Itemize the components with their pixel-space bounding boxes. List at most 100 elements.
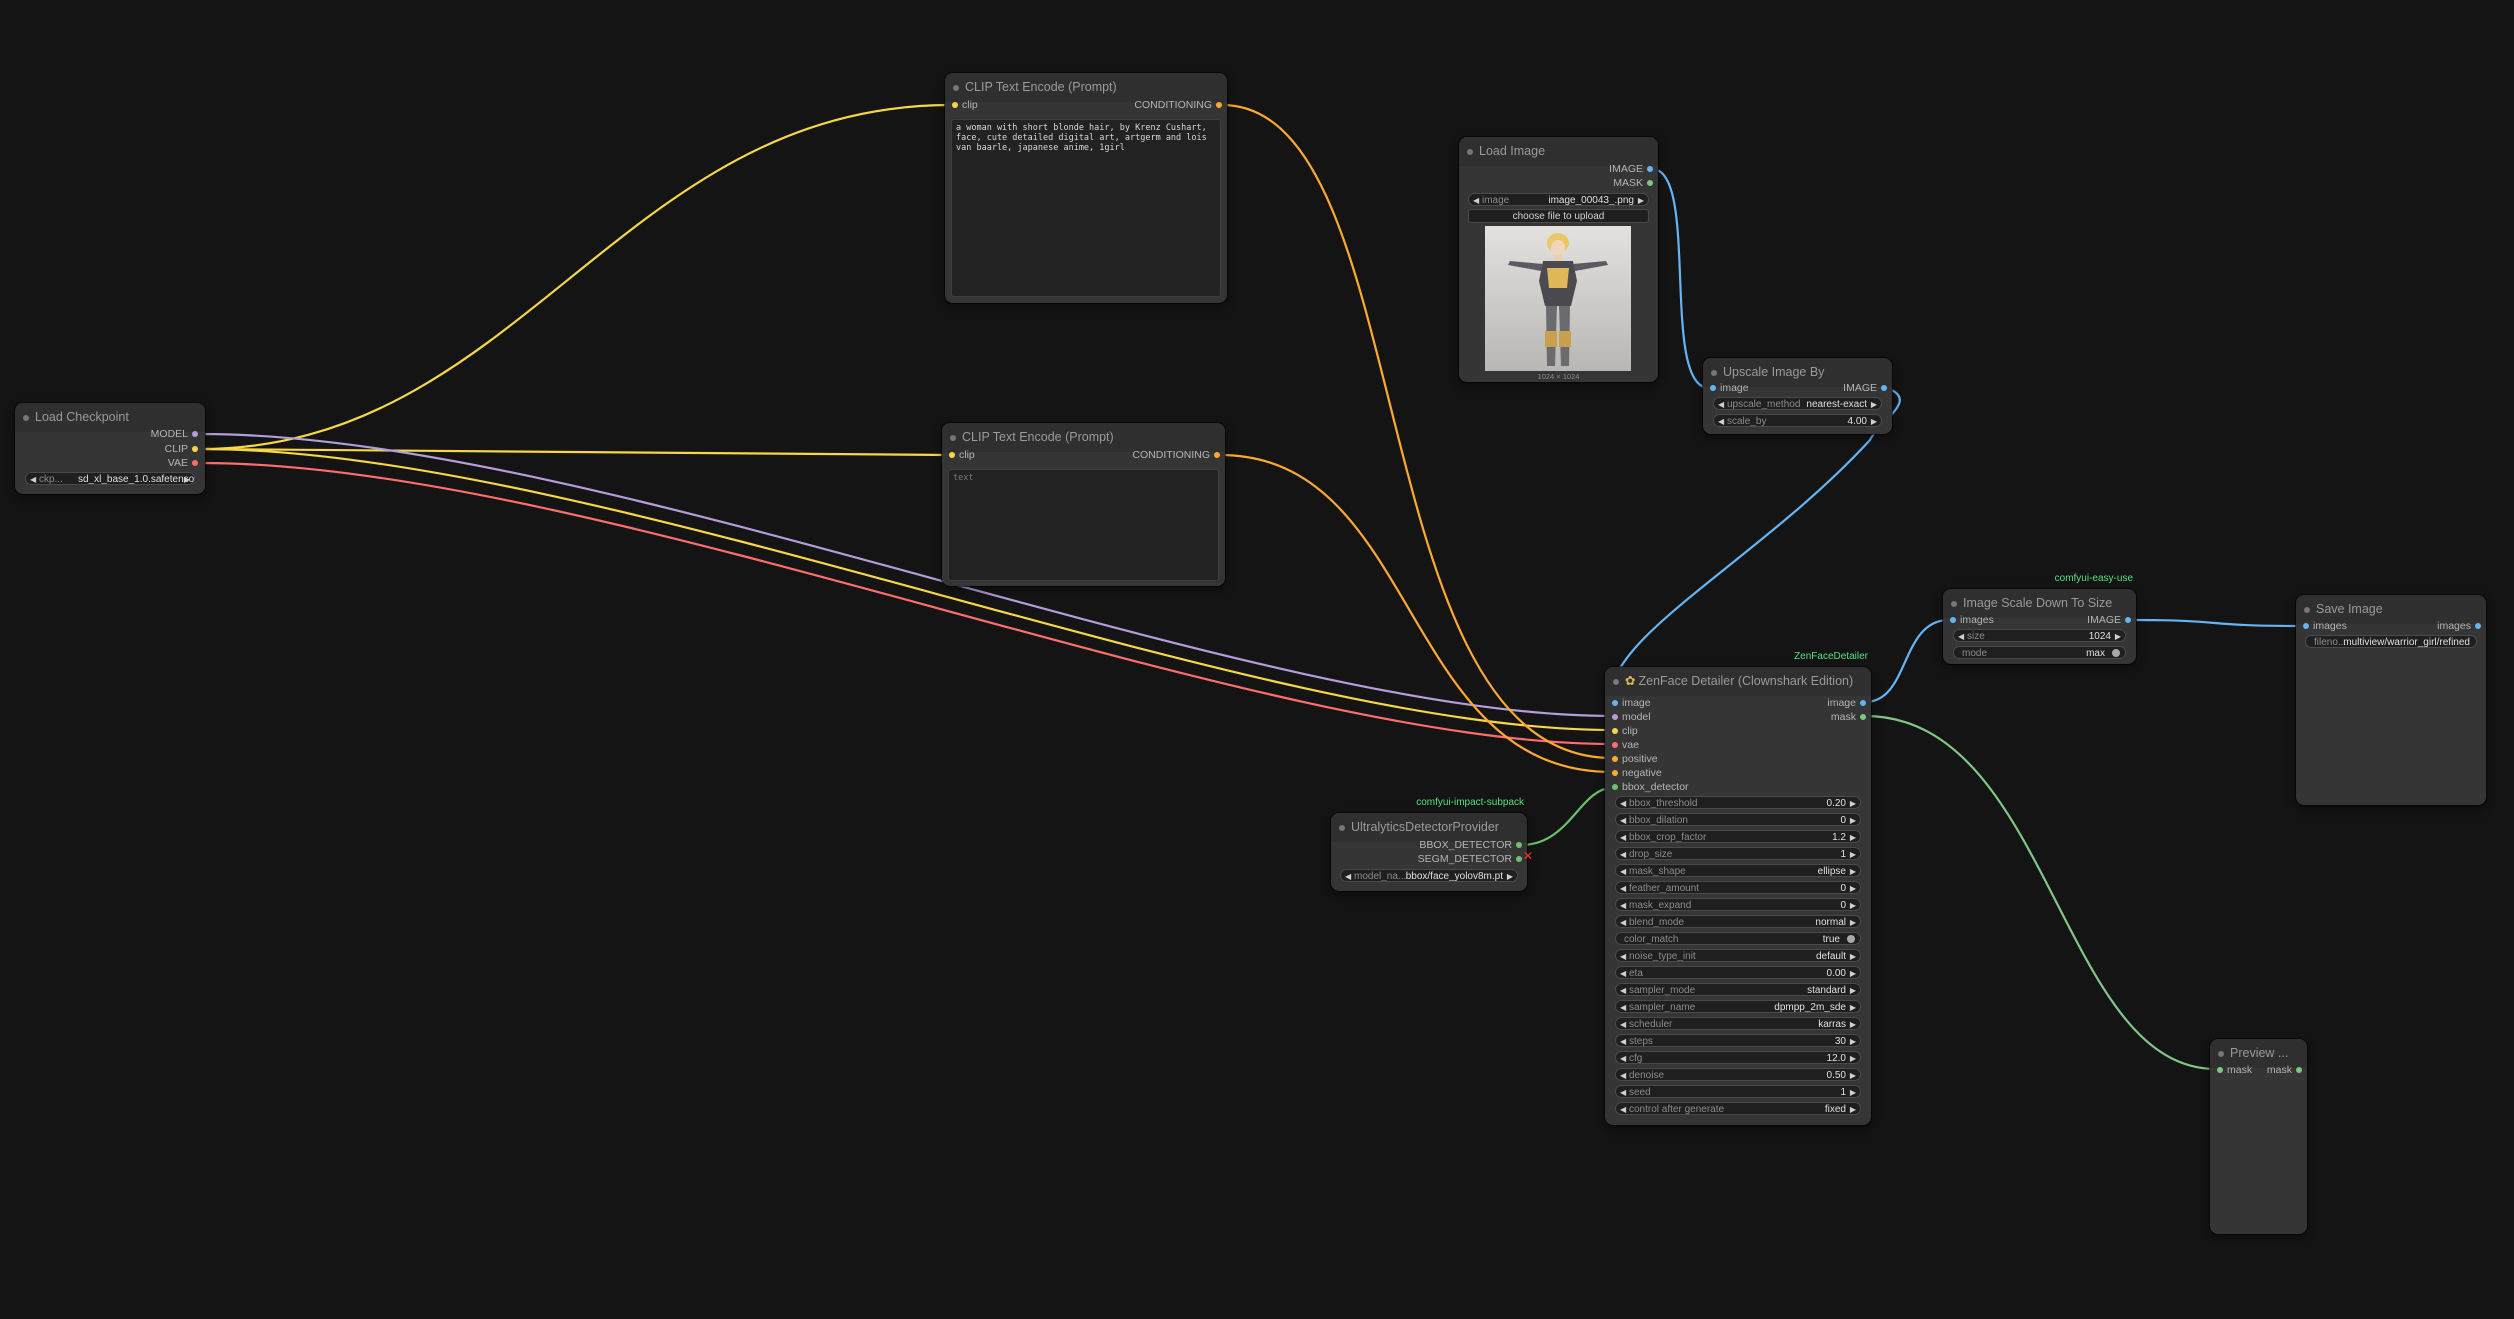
- feather-amount-widget[interactable]: ◀ feather_amount 0 ▶: [1615, 881, 1861, 894]
- arrow-left-icon[interactable]: ◀: [1473, 194, 1479, 205]
- input-vae[interactable]: vae: [1612, 738, 1732, 752]
- color-match-widget[interactable]: color_match true: [1615, 932, 1861, 945]
- bbox-slot-dot[interactable]: [1516, 842, 1522, 848]
- input-image[interactable]: image: [1710, 381, 1780, 395]
- mask-shape-widget[interactable]: ◀ mask_shape ellipse ▶: [1615, 864, 1861, 877]
- output-vae[interactable]: VAE: [98, 456, 198, 470]
- arrow-right-icon[interactable]: ▶: [1850, 848, 1856, 859]
- arrow-right-icon[interactable]: ▶: [1850, 1001, 1856, 1012]
- arrow-right-icon[interactable]: ▶: [1850, 916, 1856, 927]
- image-slot-dot[interactable]: [2475, 623, 2481, 629]
- arrow-left-icon[interactable]: ◀: [1345, 870, 1351, 881]
- ckpt-name-combo[interactable]: ◀ ckp... sd_xl_base_1.0.safetensors ▶: [25, 472, 195, 485]
- mask-slot-dot[interactable]: [2217, 1067, 2223, 1073]
- load-image-node[interactable]: Load Image IMAGE MASK ◀ image image_00043_…: [1459, 137, 1658, 382]
- arrow-left-icon[interactable]: ◀: [1620, 1086, 1626, 1097]
- input-slot-dot[interactable]: [1612, 770, 1618, 776]
- clip-text-encode-node-2[interactable]: CLIP Text Encode (Prompt) clip CONDITION…: [942, 423, 1225, 586]
- collapse-dot-icon[interactable]: [2304, 607, 2310, 613]
- eta-widget[interactable]: ◀ eta 0.00 ▶: [1615, 966, 1861, 979]
- model-name-combo[interactable]: ◀ model_na... bbox/face_yolov8m.pt ▶: [1340, 869, 1518, 882]
- arrow-right-icon[interactable]: ▶: [1850, 967, 1856, 978]
- choose-file-button[interactable]: choose file to upload: [1468, 209, 1649, 223]
- noise-type-init-widget[interactable]: ◀ noise_type_init default ▶: [1615, 949, 1861, 962]
- zenface-title[interactable]: ✿ ZenFace Detailer (Clownshark Edition): [1605, 667, 1871, 696]
- arrow-left-icon[interactable]: ◀: [1620, 916, 1626, 927]
- collapse-dot-icon[interactable]: [953, 85, 959, 91]
- arrow-right-icon[interactable]: ▶: [1850, 814, 1856, 825]
- conditioning-slot-dot[interactable]: [1214, 452, 1220, 458]
- arrow-left-icon[interactable]: ◀: [1718, 398, 1724, 409]
- image-slot-dot[interactable]: [2303, 623, 2309, 629]
- arrow-left-icon[interactable]: ◀: [1620, 1069, 1626, 1080]
- collapse-dot-icon[interactable]: [23, 415, 29, 421]
- input-image[interactable]: image: [1612, 696, 1732, 710]
- arrow-right-icon[interactable]: ▶: [1850, 984, 1856, 995]
- steps-widget[interactable]: ◀ steps 30 ▶: [1615, 1034, 1861, 1047]
- output-images[interactable]: images: [2411, 619, 2481, 633]
- arrow-right-icon[interactable]: ▶: [1871, 415, 1877, 426]
- arrow-right-icon[interactable]: ▶: [184, 473, 190, 484]
- conditioning-slot-dot[interactable]: [1216, 102, 1222, 108]
- arrow-left-icon[interactable]: ◀: [30, 473, 36, 484]
- control-after-generate-widget[interactable]: ◀ control after generate fixed ▶: [1615, 1102, 1861, 1115]
- collapse-dot-icon[interactable]: [950, 435, 956, 441]
- ultralytics-detector-node[interactable]: comfyui-impact-subpack UltralyticsDetect…: [1331, 797, 1533, 891]
- arrow-right-icon[interactable]: ▶: [1850, 831, 1856, 842]
- load-checkpoint-node[interactable]: Load Checkpoint MODEL CLIP VAE ◀ ckp... sd…: [15, 403, 205, 494]
- image-combo[interactable]: ◀ image image_00043_.png ▶: [1468, 193, 1649, 206]
- output-bbox-detector[interactable]: BBOX_DETECTOR: [1392, 838, 1522, 852]
- arrow-left-icon[interactable]: ◀: [1620, 1035, 1626, 1046]
- upscale-method-combo[interactable]: ◀ upscale_method nearest-exact ▶: [1713, 397, 1882, 410]
- arrow-left-icon[interactable]: ◀: [1620, 1001, 1626, 1012]
- arrow-right-icon[interactable]: ▶: [1638, 194, 1644, 205]
- output-conditioning[interactable]: CONDITIONING: [1102, 98, 1222, 112]
- arrow-left-icon[interactable]: ◀: [1620, 797, 1626, 808]
- image-slot-dot[interactable]: [1881, 385, 1887, 391]
- input-positive[interactable]: positive: [1612, 752, 1732, 766]
- scale-by-number[interactable]: ◀ scale_by 4.00 ▶: [1713, 414, 1882, 427]
- input-slot-dot[interactable]: [1612, 714, 1618, 720]
- output-image[interactable]: image: [1796, 696, 1866, 710]
- clip-slot-dot[interactable]: [192, 446, 198, 452]
- image-scale-down-node[interactable]: comfyui-easy-use Image Scale Down To Siz…: [1943, 573, 2136, 664]
- toggle-icon[interactable]: [1847, 935, 1855, 943]
- arrow-right-icon[interactable]: ▶: [1507, 870, 1513, 881]
- arrow-right-icon[interactable]: ▶: [1850, 1018, 1856, 1029]
- mask-slot-dot[interactable]: [1647, 180, 1653, 186]
- arrow-left-icon[interactable]: ◀: [1620, 967, 1626, 978]
- output-mask[interactable]: mask: [2262, 1063, 2302, 1077]
- arrow-left-icon[interactable]: ◀: [1620, 899, 1626, 910]
- input-slot-dot[interactable]: [1612, 742, 1618, 748]
- size-number[interactable]: ◀ size 1024 ▶: [1953, 629, 2126, 642]
- input-bbox-detector[interactable]: bbox_detector: [1612, 780, 1732, 794]
- arrow-right-icon[interactable]: ▶: [1850, 1052, 1856, 1063]
- vae-slot-dot[interactable]: [192, 460, 198, 466]
- sampler-name-widget[interactable]: ◀ sampler_name dpmpp_2m_sde ▶: [1615, 1000, 1861, 1013]
- collapse-dot-icon[interactable]: [2218, 1051, 2224, 1057]
- arrow-left-icon[interactable]: ◀: [1958, 630, 1964, 641]
- arrow-left-icon[interactable]: ◀: [1620, 848, 1626, 859]
- arrow-right-icon[interactable]: ▶: [1871, 398, 1877, 409]
- input-clip[interactable]: clip: [949, 448, 1029, 462]
- denoise-widget[interactable]: ◀ denoise 0.50 ▶: [1615, 1068, 1861, 1081]
- model-slot-dot[interactable]: [192, 431, 198, 437]
- drop-size-widget[interactable]: ◀ drop_size 1 ▶: [1615, 847, 1861, 860]
- image-slot-dot[interactable]: [2125, 617, 2131, 623]
- cfg-widget[interactable]: ◀ cfg 12.0 ▶: [1615, 1051, 1861, 1064]
- output-conditioning[interactable]: CONDITIONING: [1100, 448, 1220, 462]
- arrow-left-icon[interactable]: ◀: [1620, 831, 1626, 842]
- clip-slot-dot[interactable]: [949, 452, 955, 458]
- input-clip[interactable]: clip: [952, 98, 1032, 112]
- arrow-left-icon[interactable]: ◀: [1620, 984, 1626, 995]
- preview-node[interactable]: Preview ... mask mask: [2210, 1039, 2307, 1234]
- arrow-right-icon[interactable]: ▶: [1850, 1086, 1856, 1097]
- arrow-right-icon[interactable]: ▶: [1850, 865, 1856, 876]
- blend-mode-widget[interactable]: ◀ blend_mode normal ▶: [1615, 915, 1861, 928]
- toggle-icon[interactable]: [2112, 649, 2120, 657]
- prompt-textarea[interactable]: a woman with short blonde hair, by Krenz…: [951, 119, 1221, 297]
- zenface-detailer-node[interactable]: ZenFaceDetailer ✿ ZenFace Detailer (Clown…: [1605, 651, 1871, 1125]
- input-images[interactable]: images: [1950, 613, 2020, 627]
- input-images[interactable]: images: [2303, 619, 2373, 633]
- input-clip[interactable]: clip: [1612, 724, 1732, 738]
